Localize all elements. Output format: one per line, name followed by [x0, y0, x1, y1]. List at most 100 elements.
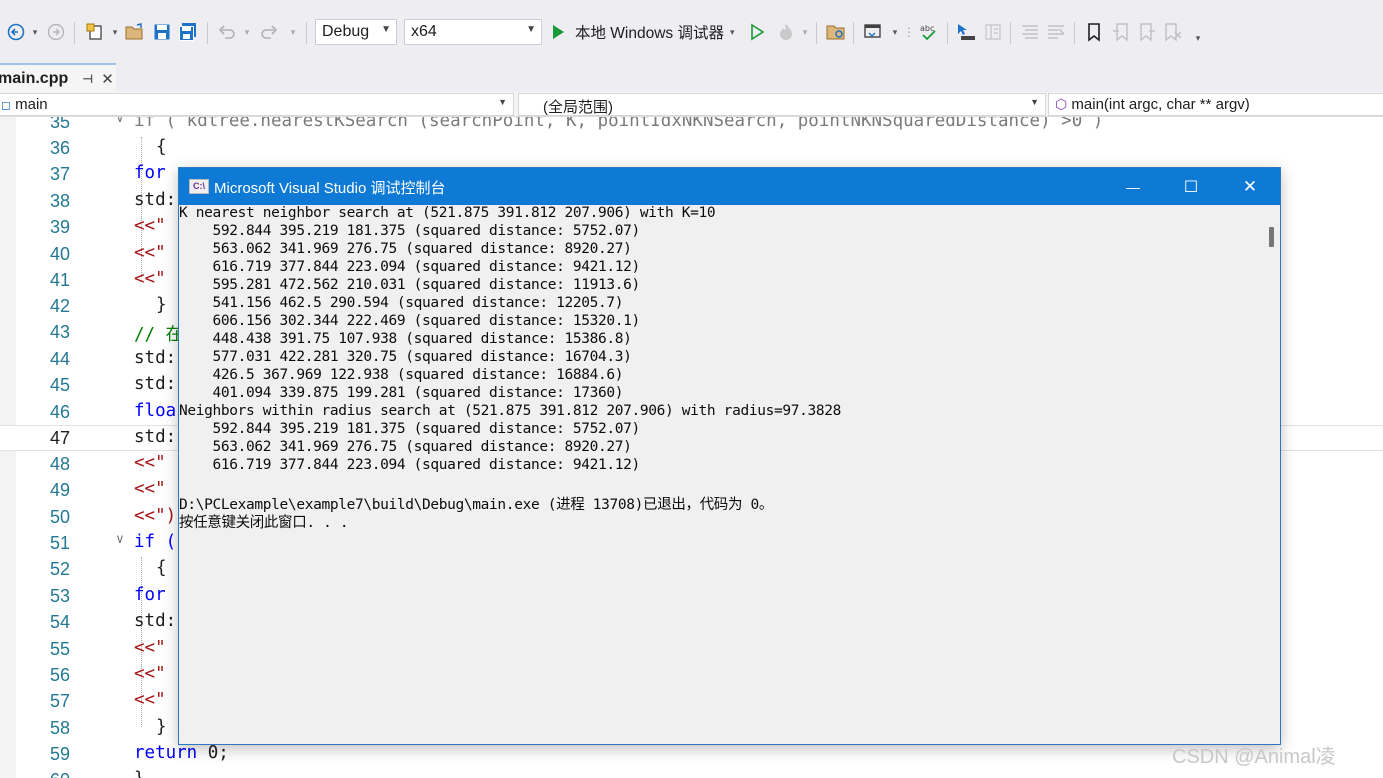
back-icon[interactable]	[6, 21, 26, 43]
start-debugging-button[interactable]: 本地 Windows 调试器 ▾	[550, 21, 762, 43]
code-text: <<"	[134, 479, 166, 499]
chevron-down-icon: ▼	[498, 97, 507, 107]
platform-select[interactable]: x64 ▼	[404, 19, 542, 45]
save-icon[interactable]	[151, 21, 173, 43]
console-line: 616.719 377.844 223.094 (squared distanc…	[179, 259, 641, 275]
minimize-button[interactable]: —	[1104, 168, 1162, 205]
console-output[interactable]: K nearest neighbor search at (521.875 39…	[179, 205, 1262, 744]
undo-icon[interactable]	[216, 21, 238, 43]
close-button[interactable]: ✕	[1221, 168, 1279, 205]
code-text: {	[156, 137, 167, 157]
toggle-panel-icon[interactable]	[982, 21, 1004, 43]
code-text: <<"	[134, 243, 166, 263]
clear-bookmarks-icon[interactable]	[1162, 21, 1184, 43]
step-icon[interactable]	[954, 21, 978, 43]
back-dropdown-icon[interactable]: ▾	[30, 21, 40, 43]
line-number: 50	[49, 507, 70, 527]
configuration-value: Debug	[322, 23, 370, 40]
line-number: 43	[49, 322, 70, 342]
console-line: 401.094 339.875 199.281 (squared distanc…	[179, 385, 624, 401]
code-text: std:	[134, 190, 177, 210]
code-text: <<"	[134, 269, 166, 289]
line-number: 57	[49, 691, 70, 711]
bookmark-icon[interactable]	[1083, 21, 1105, 43]
console-line: 448.438 391.75 107.938 (squared distance…	[179, 331, 632, 347]
line-number: 39	[49, 217, 70, 237]
tab-main-cpp[interactable]: main.cpp ⊣ ✕	[0, 63, 116, 92]
undo-dropdown-icon[interactable]: ▾	[242, 21, 252, 43]
line-number: 40	[49, 244, 70, 264]
code-text: std:	[134, 374, 177, 394]
save-all-icon[interactable]	[177, 21, 199, 43]
watermark: CSDN @Animal凌	[1172, 746, 1336, 768]
document-tab-strip: main.cpp ⊣ ✕	[0, 58, 1383, 92]
uncomment-icon[interactable]	[1045, 21, 1067, 43]
console-line: 592.844 395.219 181.375 (squared distanc…	[179, 223, 641, 239]
console-line: 563.062 341.969 276.75 (squared distance…	[179, 241, 632, 257]
member-select[interactable]: ⬡ main(int argc, char ** argv)	[1048, 93, 1383, 116]
new-project-icon[interactable]	[84, 21, 106, 43]
scope-select[interactable]: (全局范围) ▼	[518, 93, 1046, 116]
svg-text:abc: abc	[920, 24, 934, 33]
solution-explorer-icon[interactable]	[825, 21, 847, 43]
line-number: 44	[49, 349, 70, 369]
pin-icon[interactable]: ⊣	[82, 72, 93, 86]
redo-dropdown-icon[interactable]: ▾	[288, 21, 298, 43]
start-debugging-label: 本地 Windows 调试器	[575, 25, 724, 42]
maximize-button[interactable]: ☐	[1162, 168, 1220, 205]
comment-icon[interactable]	[1019, 21, 1041, 43]
line-number: 48	[49, 454, 70, 474]
start-no-debug-icon[interactable]	[747, 21, 767, 43]
line-number: 42	[49, 296, 70, 316]
close-icon[interactable]: ✕	[101, 70, 114, 88]
configuration-select[interactable]: Debug ▼	[315, 19, 397, 45]
open-icon[interactable]	[124, 21, 146, 43]
console-scrollbar[interactable]	[1262, 205, 1280, 744]
next-bookmark-icon[interactable]	[1136, 21, 1158, 43]
fold-icon[interactable]: ∨	[116, 532, 124, 547]
line-number: 49	[49, 480, 70, 500]
method-icon: ⬡	[1055, 96, 1068, 112]
toolbar-overflow-icon[interactable]: ▾	[1192, 27, 1204, 49]
debug-console-window[interactable]: C:\ Microsoft Visual Studio 调试控制台 — ☐ ✕ …	[178, 167, 1281, 745]
code-text: floa	[134, 401, 177, 421]
code-text: <<"	[134, 690, 166, 710]
toolbar: ▾ ▾ ▾ ▾ Debug ▼ x64 ▼ 本地 Windows 调试器 ▾ ▾…	[0, 10, 1383, 58]
code-text: if (	[134, 532, 177, 552]
console-line: 541.156 462.5 290.594 (squared distance:…	[179, 295, 624, 311]
code-text: std:	[134, 348, 177, 368]
line-number: 47	[49, 428, 70, 448]
window-layout-icon[interactable]	[862, 21, 884, 43]
line-number: 55	[49, 639, 70, 659]
toolbar-separator	[74, 22, 75, 44]
chevron-down-icon: ▼	[1030, 97, 1039, 107]
console-line: 606.156 302.344 222.469 (squared distanc…	[179, 313, 641, 329]
forward-icon[interactable]	[46, 21, 66, 43]
scrollbar-thumb[interactable]	[1269, 227, 1274, 247]
layout-dropdown-icon[interactable]: ▾	[890, 21, 900, 43]
toolbar-separator	[1074, 22, 1075, 44]
code-text: }	[134, 769, 145, 778]
close-icon: ✕	[1242, 176, 1258, 196]
new-dropdown-icon[interactable]: ▾	[110, 21, 120, 43]
platform-value: x64	[411, 23, 437, 40]
hot-reload-icon[interactable]	[775, 21, 797, 43]
spellcheck-icon[interactable]: abc	[917, 21, 941, 43]
redo-icon[interactable]	[258, 21, 280, 43]
prev-bookmark-icon[interactable]	[1110, 21, 1132, 43]
hot-reload-dropdown-icon[interactable]: ▾	[800, 21, 810, 43]
line-number: 38	[49, 191, 70, 211]
tab-label: main.cpp	[0, 69, 69, 87]
console-line: 563.062 341.969 276.75 (squared distance…	[179, 439, 632, 455]
code-text: <<"	[134, 638, 166, 658]
line-number: 37	[49, 164, 70, 184]
overflow-icon[interactable]: ⋮	[903, 21, 915, 43]
menu-bar	[0, 0, 1383, 10]
toolbar-separator	[816, 22, 817, 44]
project-select[interactable]: ◻ main ▼	[0, 93, 514, 116]
project-value: main	[15, 96, 48, 113]
code-text: <<"	[134, 453, 166, 473]
console-title-bar[interactable]: C:\ Microsoft Visual Studio 调试控制台 — ☐ ✕	[179, 168, 1280, 205]
fold-icon[interactable]: ∨	[116, 117, 124, 126]
toolbar-separator	[853, 22, 854, 44]
